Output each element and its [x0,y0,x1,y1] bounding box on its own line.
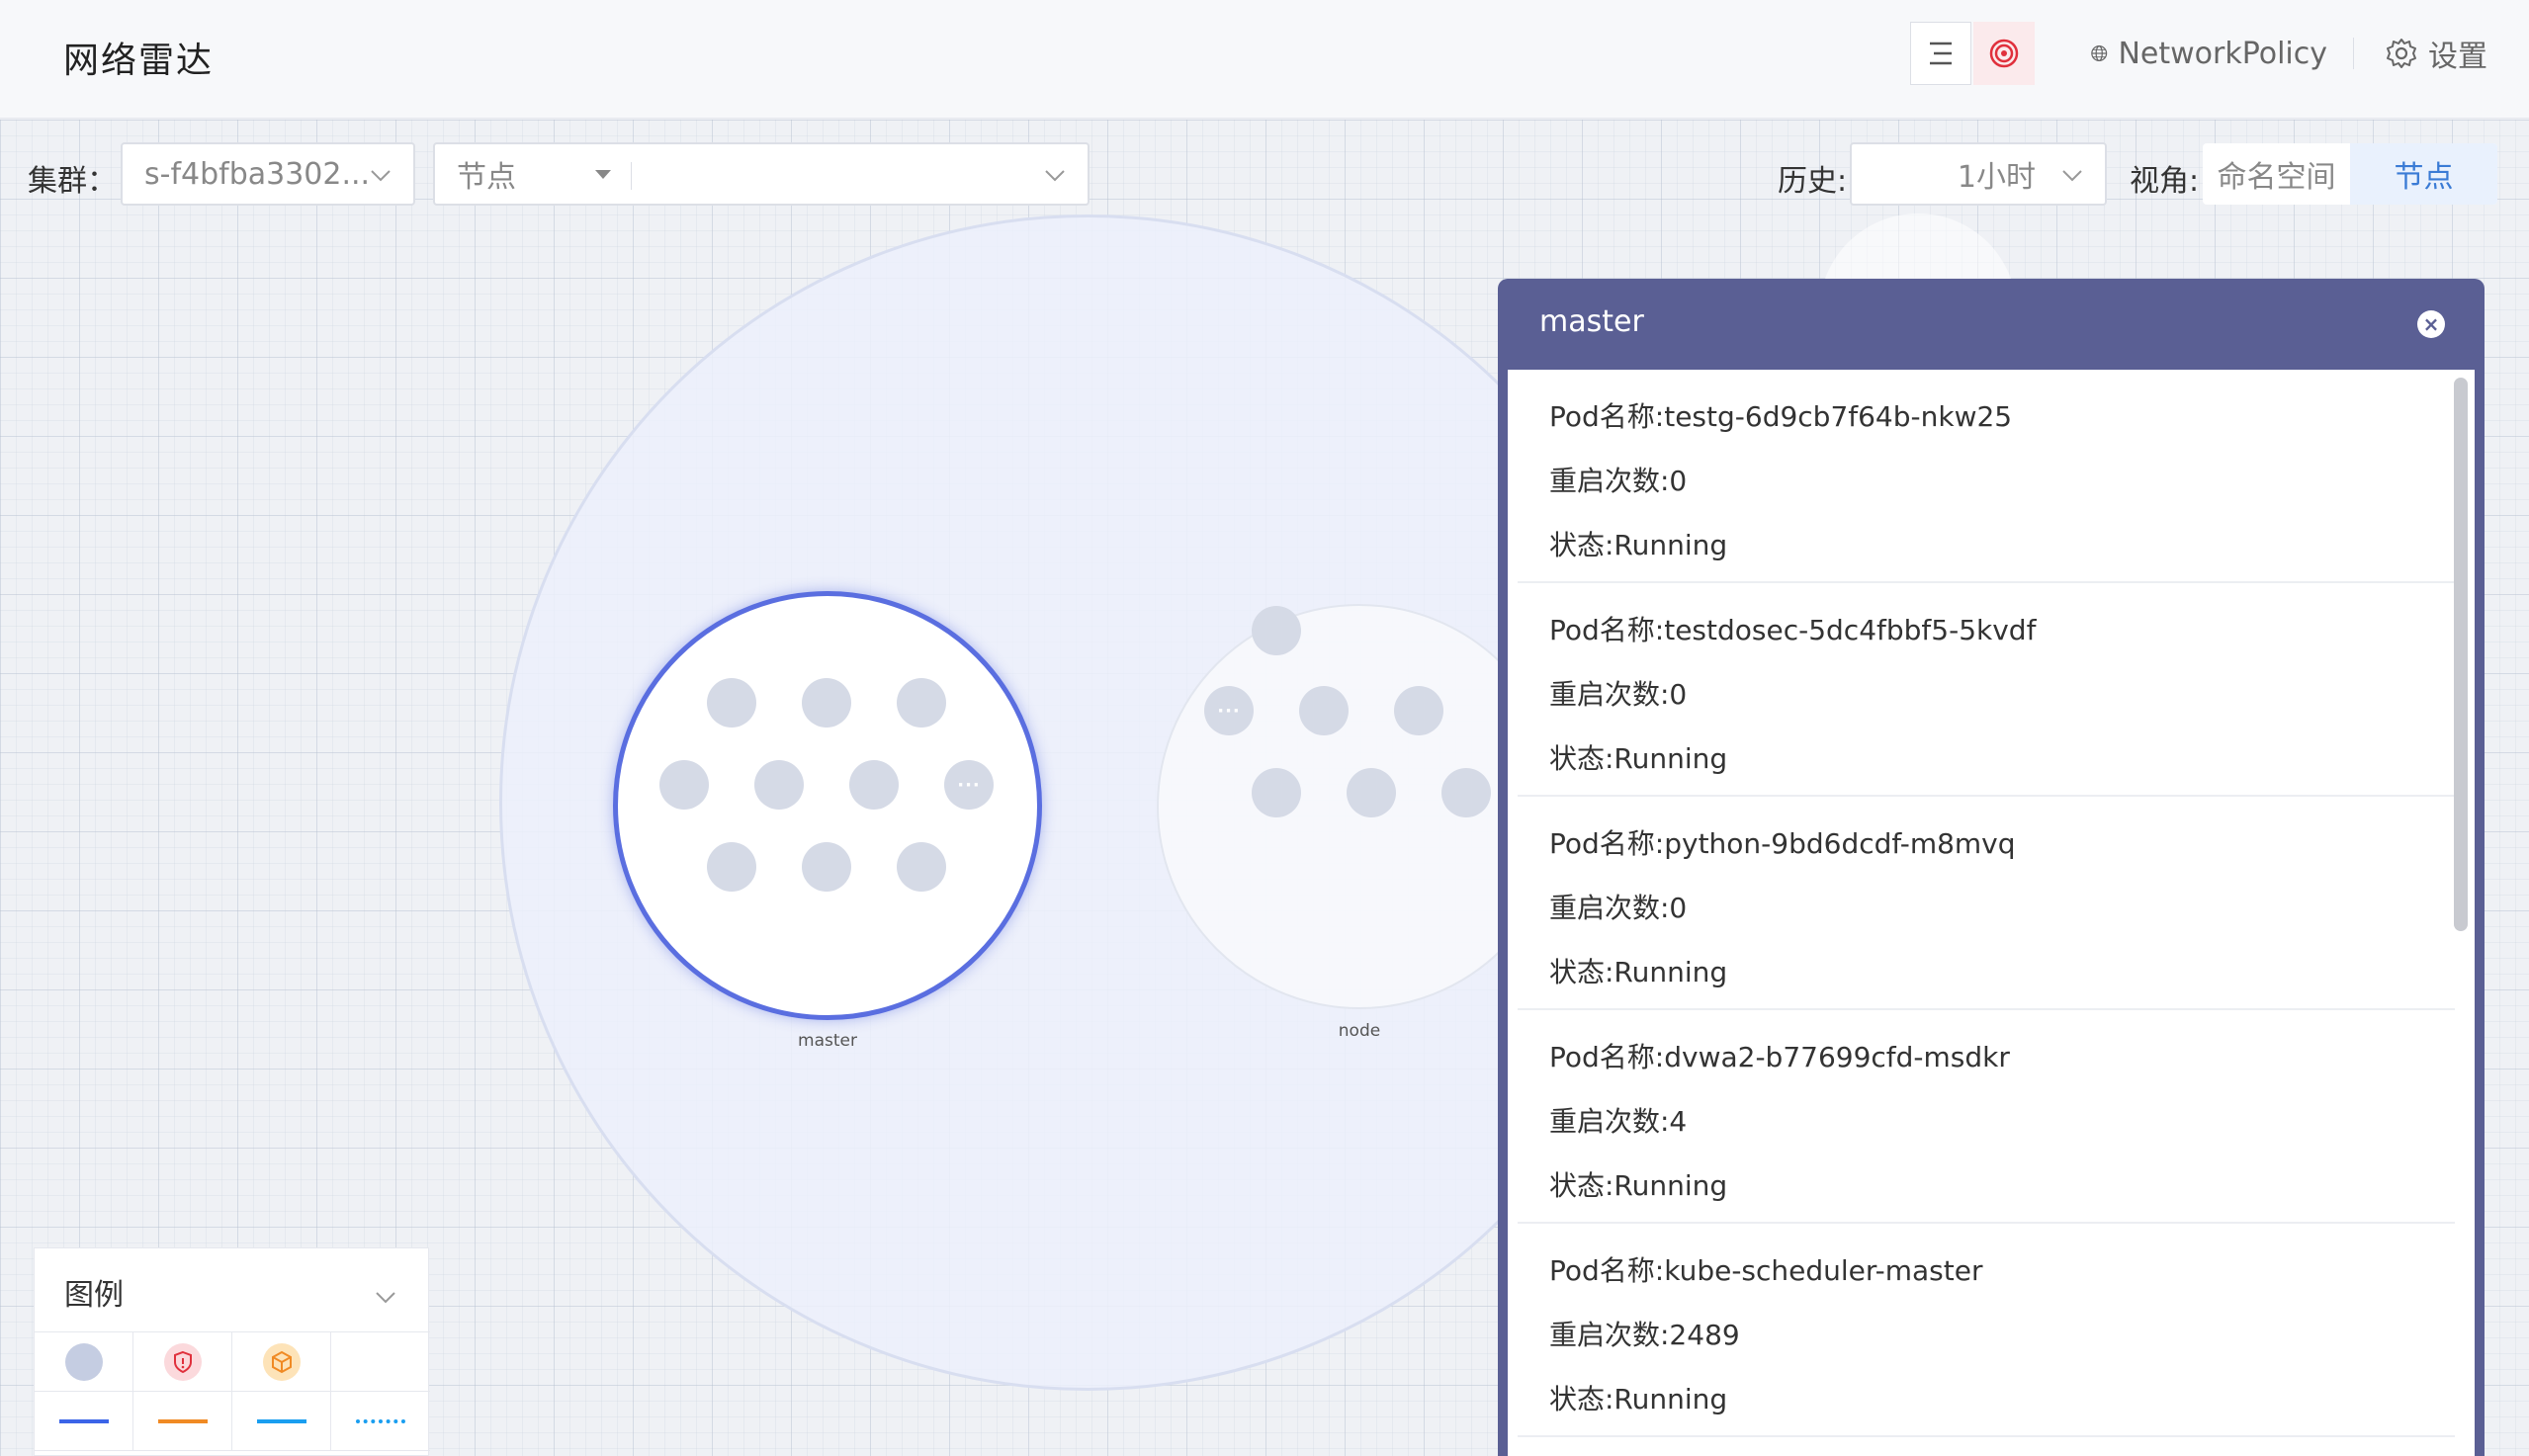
legend-line-orange [157,1418,208,1423]
pod-list-item: Pod名称:kube-scheduler-master 重启次数:2489 状态… [1518,1224,2455,1437]
pod-dot[interactable] [707,678,756,728]
pod-status: 状态:Running [1549,1383,1728,1415]
legend-cell [331,1392,430,1451]
panel-title: master [1539,304,1644,339]
pod-list-item: Pod名称:python-9bd6dcdf-m8mvq 重启次数:0 状态:Ru… [1518,797,2455,1010]
view-option-namespace[interactable]: 命名空间 [2203,143,2350,205]
list-icon [1930,42,1952,65]
network-policy-label: NetworkPolicy [2118,36,2327,71]
cluster-label: 集群： [28,164,117,199]
list-view-button[interactable] [1910,22,1971,85]
caret-down-icon[interactable] [593,168,613,182]
legend-line-cyan [256,1418,306,1423]
pod-name: Pod名称:testg-6d9cb7f64b-nkw25 [1549,400,2013,433]
pod-list-item: Pod名称:testg-6d9cb7f64b-nkw25 重启次数:0 状态:R… [1518,370,2455,583]
scrollbar[interactable] [2454,378,2468,931]
header-divider [2353,38,2354,69]
pod-dot[interactable] [1394,686,1443,735]
history-label: 历史: [1778,164,1848,199]
select-divider [631,162,632,190]
pod-name: Pod名称:python-9bd6dcdf-m8mvq [1549,827,2016,860]
settings-label: 设置 [2428,40,2487,74]
view-option-node[interactable]: 节点 [2350,143,2497,205]
legend-grid [35,1331,430,1456]
node-filter-select[interactable]: 节点 [433,142,1090,206]
close-button[interactable]: × [2417,310,2445,338]
pod-dot[interactable] [707,842,756,892]
pod-dot[interactable] [1252,606,1301,655]
gear-icon [2387,39,2416,68]
pod-dot[interactable] [659,760,709,810]
pod-name: Pod名称:testdosec-5dc4fbbf5-5kvdf [1549,614,2037,646]
pod-dot[interactable] [802,678,851,728]
chevron-down-icon [1045,170,1065,182]
pod-dot[interactable] [897,678,946,728]
shield-icon [163,1342,202,1381]
pod-restarts: 重启次数:4 [1549,1105,1688,1138]
legend-cell [133,1332,232,1392]
pod-dot[interactable] [754,760,804,810]
legend-line-dotted [356,1418,405,1423]
cluster-select-value: s-f4bfba3302... [144,156,371,192]
pod-list-item: Pod名称:testdosec-5dc4fbbf5-5kvdf 重启次数:0 状… [1518,583,2455,797]
legend-cell [331,1332,430,1392]
view-toggle[interactable]: 命名空间 节点 [2203,143,2497,205]
pod-dot[interactable] [849,760,899,810]
legend-cell [133,1392,232,1451]
network-policy-button[interactable]: NetworkPolicy [2090,22,2327,85]
pod-dot[interactable] [1441,768,1491,817]
cluster-select[interactable]: s-f4bfba3302... [121,142,415,206]
chevron-down-icon [371,170,391,182]
settings-button[interactable]: 设置 [2385,22,2513,85]
pod-list[interactable]: Pod名称:testg-6d9cb7f64b-nkw25 重启次数:0 状态:R… [1508,370,2475,1456]
more-pods-button[interactable]: ··· [1204,686,1254,735]
pod-circle-icon [64,1342,103,1381]
globe-icon [2091,45,2108,61]
pod-list-item: Pod名称:dvwa2-b77699cfd-msdkr 重启次数:4 状态:Ru… [1518,1010,2455,1224]
pod-dot[interactable] [1252,768,1301,817]
history-select[interactable]: 1小时 [1850,142,2107,206]
app-title: 网络雷达 [63,41,215,81]
pod-restarts: 重启次数:2489 [1549,1319,1740,1351]
pod-dot[interactable] [897,842,946,892]
legend-cell [35,1392,133,1451]
more-pods-button[interactable]: ··· [944,760,994,810]
chevron-down-icon [2062,170,2082,182]
node-detail-panel: master × Pod名称:testg-6d9cb7f64b-nkw25 重启… [1498,279,2485,1456]
pod-restarts: 重启次数:0 [1549,465,1688,497]
pod-dot[interactable] [802,842,851,892]
pod-restarts: 重启次数:0 [1549,678,1688,711]
legend-cell [35,1332,133,1392]
legend-panel: 图例 [34,1247,430,1456]
legend-title: 图例 [64,1278,124,1313]
node-label-worker: node [1338,1021,1381,1041]
cube-icon [262,1342,301,1381]
pod-dot[interactable] [1299,686,1349,735]
top-header: 网络雷达 NetworkPolicy 设置 [0,0,2529,119]
node-label-master: master [798,1031,857,1051]
chevron-down-icon[interactable] [373,1284,398,1310]
history-select-value: 1小时 [1957,160,2036,195]
legend-line-blue [58,1418,109,1423]
pod-name: Pod名称:kube-scheduler-master [1549,1254,1983,1287]
node-master[interactable]: ··· [613,591,1042,1020]
view-label: 视角: [2130,164,2200,199]
radar-icon [1989,39,2019,68]
legend-cell [232,1392,331,1451]
radar-view-button[interactable] [1973,22,2035,85]
pod-name: Pod名称:dvwa2-b77699cfd-msdkr [1549,1041,2010,1073]
close-icon: × [2422,312,2440,336]
legend-cell [232,1332,331,1392]
pod-restarts: 重启次数:0 [1549,892,1688,924]
pod-dot[interactable] [1347,768,1396,817]
node-type-value[interactable]: 节点 [457,152,585,196]
